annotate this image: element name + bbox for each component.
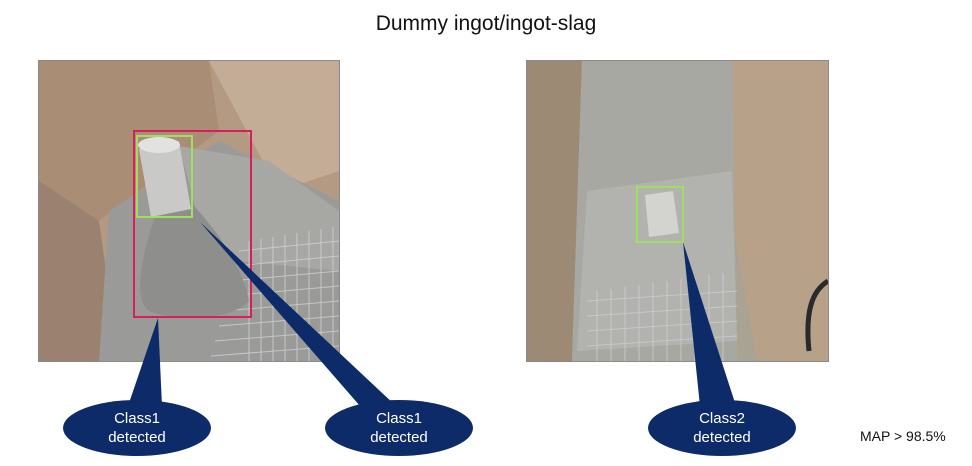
photo-ingot-slag-left (38, 60, 340, 362)
callout-class2: Class2 detected (648, 400, 796, 456)
callout-class-label: Class1 (114, 410, 160, 427)
slide-title: Dummy ingot/ingot-slag (375, 12, 597, 35)
callout-status-label: detected (370, 429, 428, 446)
map-metric: MAP > 98.5% (860, 428, 946, 444)
callout-class-label: Class1 (376, 410, 422, 427)
callout-status-label: detected (693, 429, 751, 446)
callout-class-label: Class2 (699, 410, 745, 427)
photo-ingot-right (526, 60, 829, 362)
callout-class1-box: Class1 detected (63, 400, 211, 456)
callout-class1-inner: Class1 detected (325, 400, 473, 456)
callout-status-label: detected (108, 429, 166, 446)
